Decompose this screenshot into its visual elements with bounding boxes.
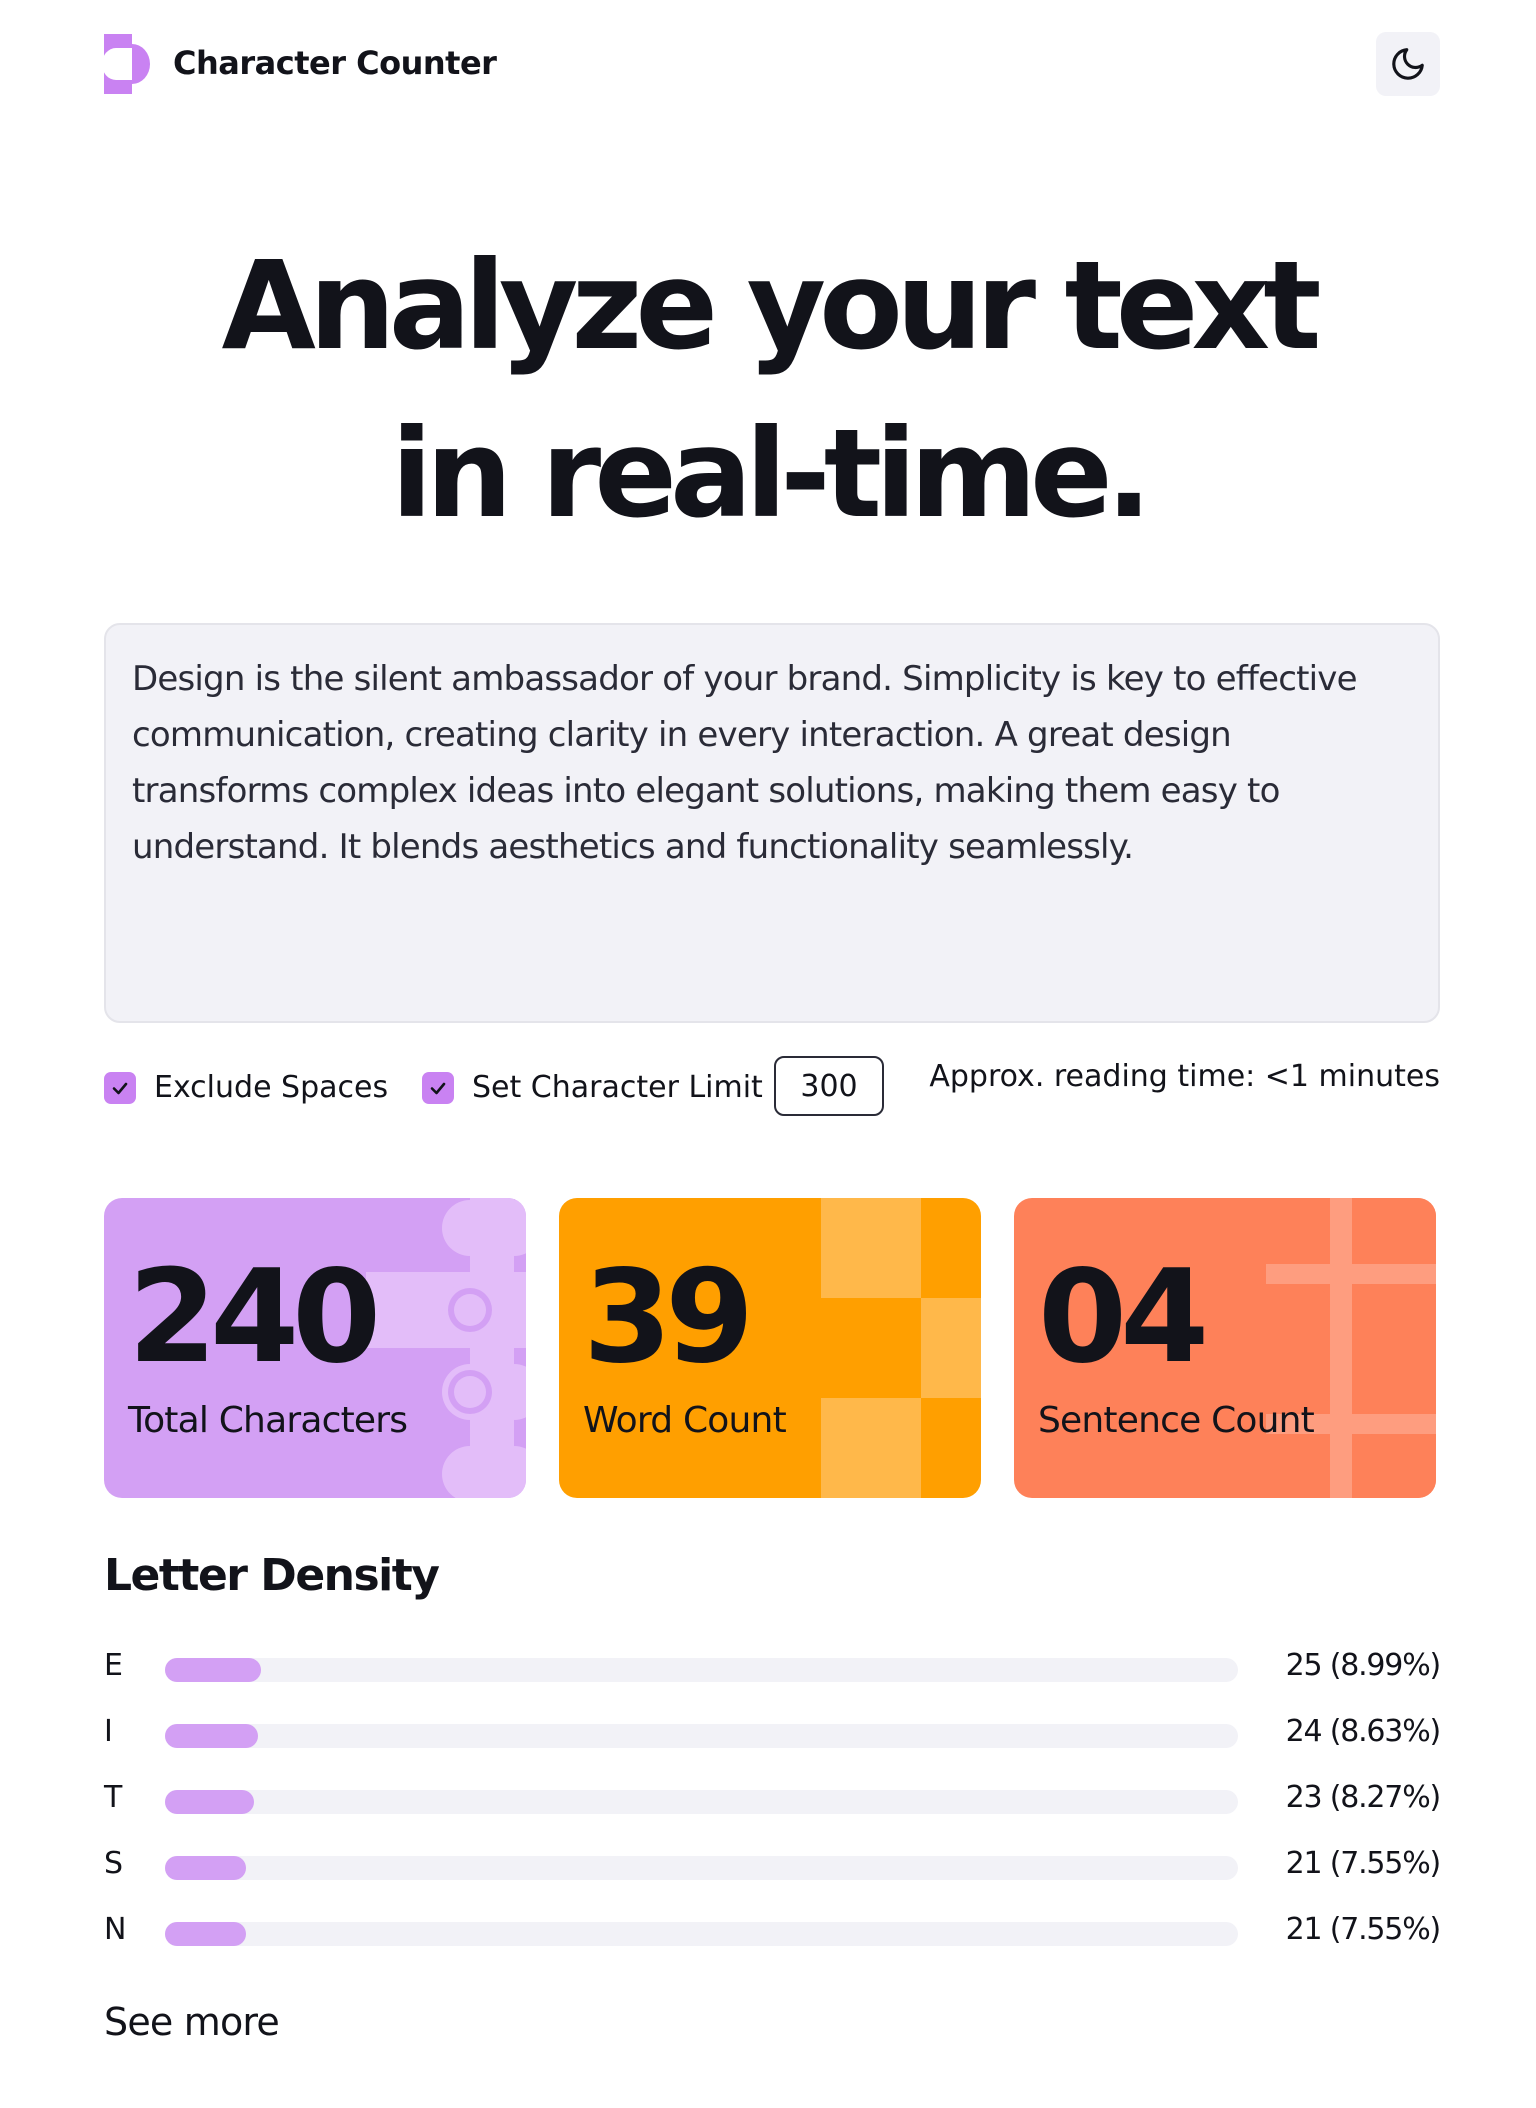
total-characters-value: 240 [128,1243,381,1392]
density-stat: 21 (7.55%) [1285,1912,1442,1947]
checkmark-icon [430,1082,446,1094]
app-header: Character Counter [104,32,1440,96]
app-title: Character Counter [173,44,497,82]
cross-pattern-icon [1266,1198,1436,1498]
density-letter: T [104,1780,123,1815]
word-count-label: Word Count [583,1400,787,1441]
letter-density-title: Letter Density [104,1550,440,1601]
density-stat: 23 (8.27%) [1285,1780,1442,1815]
word-count-value: 39 [583,1243,754,1392]
half-circle-logo-icon [104,34,150,94]
character-limit-input[interactable]: 300 [774,1056,884,1116]
hero-heading: Analyze your text in real-time. [0,222,1536,558]
density-stat: 21 (7.55%) [1285,1846,1442,1881]
density-bar-fill [165,1724,258,1748]
density-bar-fill [165,1658,262,1682]
sentence-count-label: Sentence Count [1038,1400,1315,1441]
exclude-spaces-option[interactable]: Exclude Spaces [104,1070,388,1105]
theme-toggle-button[interactable] [1376,32,1440,96]
hero-line-1: Analyze your text [221,235,1321,377]
density-bar-track [165,1856,1238,1880]
density-bar-fill [165,1856,246,1880]
density-bar-track [165,1922,1238,1946]
density-letter: E [104,1648,123,1683]
density-row: T 23 (8.27%) [104,1778,1442,1818]
character-limit-option[interactable]: Set Character Limit [422,1070,763,1105]
density-row: I 24 (8.63%) [104,1712,1442,1752]
density-letter: N [104,1912,127,1947]
text-input-box [104,623,1440,1023]
options-bar: Exclude Spaces Set Character Limit 300 A… [104,1055,1440,1119]
density-row: S 21 (7.55%) [104,1844,1442,1884]
moon-icon [1392,48,1424,80]
exclude-spaces-label: Exclude Spaces [154,1070,389,1105]
character-limit-label: Set Character Limit [472,1070,763,1105]
density-bar-fill [165,1790,254,1814]
text-input[interactable] [132,651,1412,995]
density-bar-fill [165,1922,246,1946]
exclude-spaces-checkbox[interactable] [104,1071,136,1104]
total-characters-label: Total Characters [128,1400,408,1441]
density-letter: I [104,1714,113,1749]
reading-time: Approx. reading time: <1 minutes [929,1059,1440,1094]
density-letter: S [104,1846,124,1881]
checkmark-icon [112,1082,128,1094]
word-count-card: 39 Word Count [559,1198,981,1498]
density-stat: 24 (8.63%) [1285,1714,1442,1749]
squares-pattern-icon [821,1198,981,1498]
density-row: E 25 (8.99%) [104,1646,1442,1686]
density-row: N 21 (7.55%) [104,1910,1442,1950]
see-more-link[interactable]: See more [104,2000,280,2044]
character-limit-checkbox[interactable] [422,1071,454,1104]
sentence-count-card: 04 Sentence Count [1014,1198,1436,1498]
sentence-count-value: 04 [1038,1243,1209,1392]
hero-line-2: in real-time. [390,403,1152,545]
total-characters-card: 240 Total Characters [104,1198,526,1498]
density-bar-track [165,1790,1238,1814]
density-bar-track [165,1658,1238,1682]
density-bar-track [165,1724,1238,1748]
circles-pattern-icon [366,1198,526,1498]
density-stat: 25 (8.99%) [1285,1648,1442,1683]
